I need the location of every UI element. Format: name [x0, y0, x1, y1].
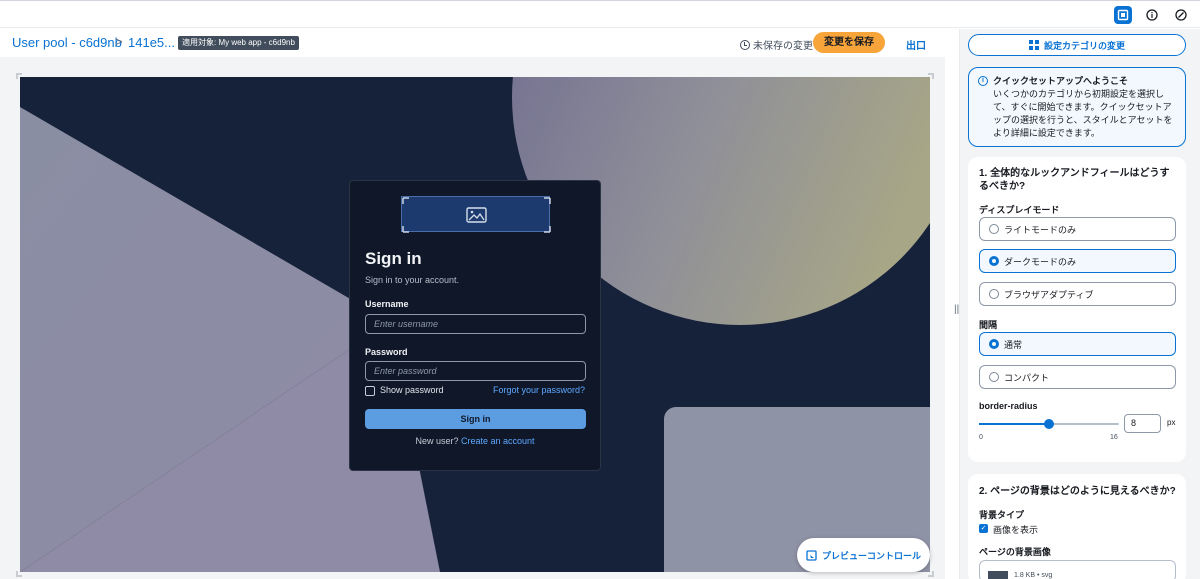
border-radius-label: border-radius	[979, 401, 1038, 411]
layout-panel-icon[interactable]	[1114, 6, 1132, 24]
password-label: Password	[365, 347, 408, 357]
new-user-row: New user? Create an account	[350, 436, 600, 446]
info-icon[interactable]	[1143, 6, 1161, 24]
applies-to-badge: 適用対象: My web app - c6d9nb	[178, 36, 299, 50]
create-account-link[interactable]: Create an account	[461, 436, 535, 446]
spacing-label: 間隔	[979, 320, 998, 330]
slider-fill	[979, 423, 1049, 425]
signin-subtitle: Sign in to your account.	[365, 275, 460, 285]
top-toolbar	[0, 0, 1200, 28]
quick-setup-info: i クイックセットアップへようこそ いくつかのカテゴリから初期設定を選択して、す…	[968, 67, 1186, 147]
password-input[interactable]: Enter password	[365, 361, 586, 381]
section2-heading: 2. ページの背景はどのように見えるべきか?	[979, 486, 1176, 497]
settings-panel: 設定カテゴリの変更 i クイックセットアップへようこそ いくつかのカテゴリから初…	[959, 29, 1200, 579]
display-option-dark[interactable]: ダークモードのみ	[979, 249, 1176, 273]
radio-button	[989, 224, 999, 234]
bg-image-label: ページの背景画像	[979, 547, 1051, 557]
radio-button-selected	[989, 256, 999, 266]
unsaved-changes-label: 未保存の変更	[753, 41, 813, 52]
show-password-checkbox[interactable]	[365, 386, 375, 396]
editor-header: User pool - c6d9nb > 141e5... 適用対象: My w…	[0, 29, 945, 57]
border-radius-unit: px	[1167, 418, 1176, 427]
display-option-light[interactable]: ライトモードのみ	[979, 217, 1176, 241]
slider-min-label: 0	[979, 434, 983, 441]
border-radius-slider[interactable]	[979, 419, 1119, 429]
breadcrumb-separator: >	[115, 34, 123, 49]
option-label: ライトモードのみ	[1004, 224, 1077, 235]
page-background-section: 2. ページの背景はどのように見えるべきか? 背景タイプ ✓ 画像を表示 ページ…	[968, 474, 1186, 579]
exit-button[interactable]: 出口	[906, 37, 926, 52]
radio-button	[989, 289, 999, 299]
slider-max-label: 16	[1110, 434, 1118, 441]
username-input[interactable]: Enter username	[365, 314, 586, 334]
app-root: User pool - c6d9nb > 141e5... 適用対象: My w…	[0, 0, 1200, 579]
change-category-label: 設定カテゴリの変更	[1043, 40, 1125, 51]
preview-icon	[806, 549, 817, 561]
signin-title: Sign in	[365, 249, 422, 268]
username-label: Username	[365, 299, 409, 309]
look-and-feel-section: 1. 全体的なルックアンドフィールはどうするべきか? ディスプレイモード ライト…	[968, 157, 1186, 462]
display-mode-label: ディスプレイモード	[979, 205, 1060, 215]
info-body: いくつかのカテゴリから初期設定を選択して、すぐに開始できます。クイックセットアッ…	[993, 89, 1173, 138]
bg-type-label: 背景タイプ	[979, 510, 1025, 520]
preview-controls-button[interactable]: プレビューコントロール	[797, 538, 930, 572]
radio-button-selected	[989, 339, 999, 349]
clock-icon	[740, 39, 750, 50]
image-icon	[402, 197, 551, 233]
slider-handle[interactable]	[1044, 419, 1054, 429]
breadcrumb-user-pool[interactable]: User pool - c6d9nb	[12, 35, 122, 50]
show-password-label: Show password	[380, 385, 444, 395]
info-icon: i	[978, 76, 988, 86]
bg-image-file[interactable]: 1.8 KB • svg	[979, 560, 1176, 579]
breadcrumb-app-client[interactable]: 141e5...	[128, 35, 175, 50]
show-image-checkbox[interactable]: ✓	[979, 524, 988, 533]
logo-placeholder[interactable]	[401, 196, 551, 233]
preview-controls-label: プレビューコントロール	[821, 550, 921, 561]
option-label: ブラウザアダプティブ	[1004, 289, 1094, 300]
change-category-button[interactable]: 設定カテゴリの変更	[968, 34, 1186, 56]
option-label: 通常	[1004, 339, 1023, 350]
radio-button	[989, 372, 999, 382]
unsaved-changes-indicator: 未保存の変更	[740, 37, 813, 52]
border-radius-input[interactable]: 8	[1124, 414, 1161, 433]
forgot-password-link[interactable]: Forgot your password?	[493, 385, 585, 395]
option-label: ダークモードのみ	[1004, 256, 1077, 267]
settings-icon[interactable]	[1172, 6, 1190, 24]
section1-heading: 1. 全体的なルックアンドフィールはどうするべきか?	[979, 168, 1170, 192]
signin-card: Sign in Sign in to your account. Usernam…	[349, 180, 601, 471]
option-label: コンパクト	[1004, 372, 1050, 383]
spacing-option-compact[interactable]: コンパクト	[979, 365, 1176, 389]
image-thumbnail	[988, 571, 1008, 579]
spacing-option-normal[interactable]: 通常	[979, 332, 1176, 356]
show-image-label: 画像を表示	[993, 525, 1039, 535]
display-option-adaptive[interactable]: ブラウザアダプティブ	[979, 282, 1176, 306]
grid-icon	[1028, 40, 1039, 50]
new-user-text: New user?	[415, 436, 459, 446]
file-meta: 1.8 KB • svg	[1014, 572, 1053, 579]
info-title: クイックセットアップへようこそ	[993, 76, 1129, 86]
signin-button[interactable]: Sign in	[365, 409, 586, 429]
save-changes-button[interactable]: 変更を保存	[813, 32, 885, 53]
